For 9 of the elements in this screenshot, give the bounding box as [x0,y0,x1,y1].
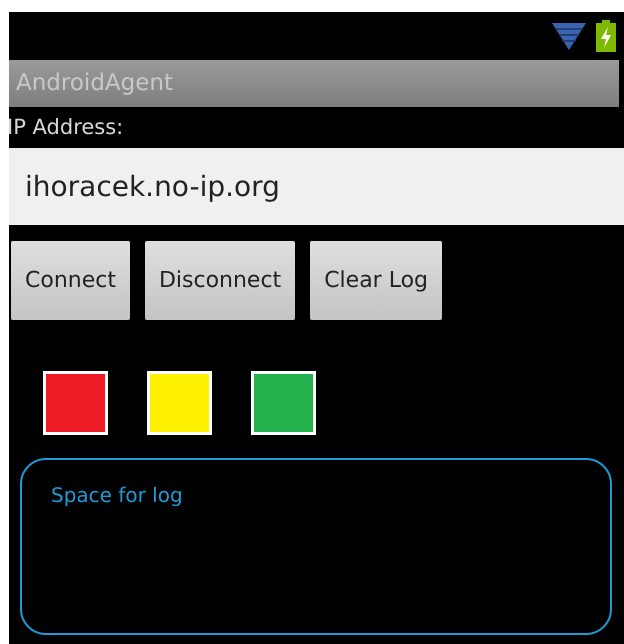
action-button[interactable]: Connect [11,240,130,320]
app-title: AndroidAgent [16,69,174,98]
battery-icon [595,20,617,52]
field-label: IP Address: [9,114,124,141]
wifi-icon [551,21,587,51]
log-placeholder-text: Space for log [51,482,183,506]
ip-address-field[interactable]: ihoracek.no-ip.org [9,148,624,224]
action-button[interactable]: Clear Log [310,240,442,320]
action-button[interactable]: Disconnect [144,240,296,320]
